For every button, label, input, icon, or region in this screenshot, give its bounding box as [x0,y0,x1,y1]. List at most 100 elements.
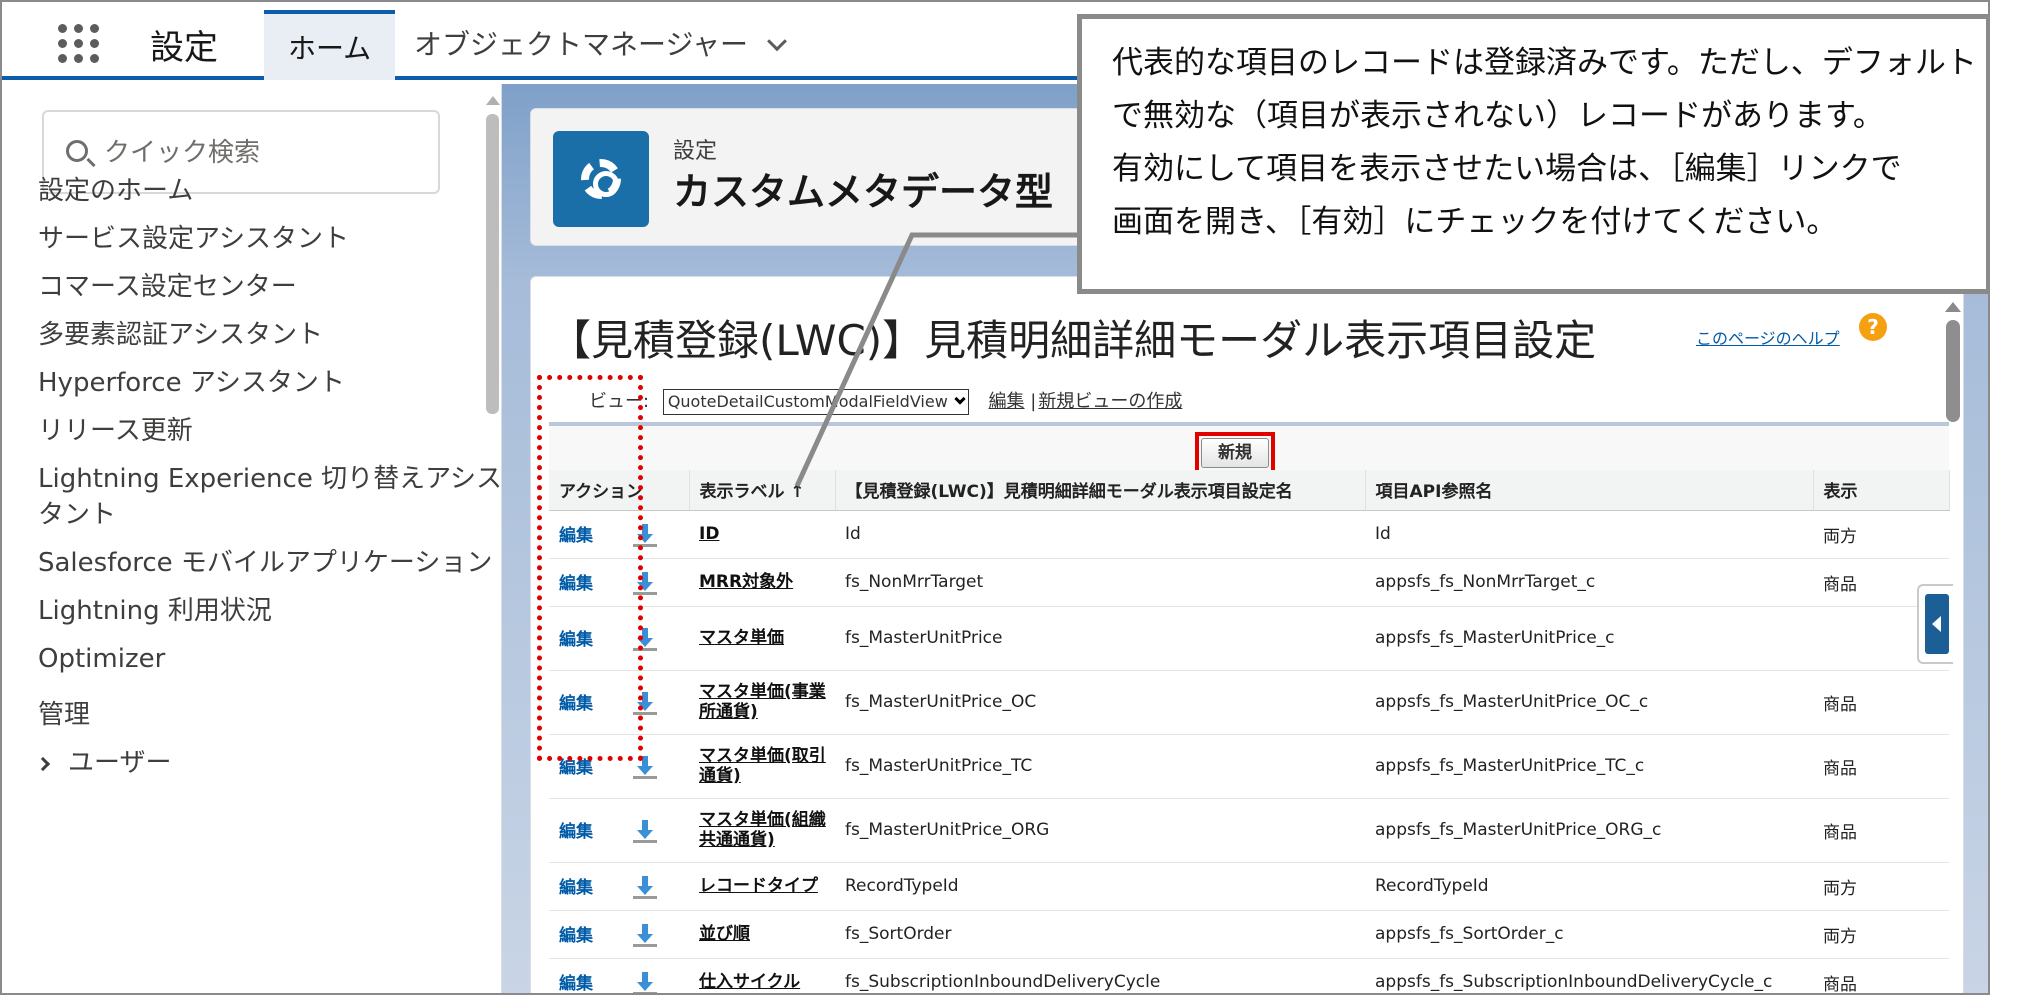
record-display: 商品 [1813,734,1949,799]
new-button[interactable]: 新規 [1201,438,1269,468]
sidebar-item-hyperforce-assistant[interactable]: Hyperforce アシスタント [38,364,345,402]
download-icon[interactable] [633,819,657,844]
edit-link[interactable]: 編集 [559,574,593,594]
scrollbar-thumb[interactable] [486,114,499,414]
edit-link[interactable]: 編集 [559,694,593,714]
sidebar-item-users-label: ユーザー [68,748,172,778]
sidebar-item-mfa-assistant[interactable]: 多要素認証アシスタント [38,316,323,354]
outer-margin [1990,0,2027,995]
table-header-row: アクション 表示ラベル ↑ 【見積登録(LWC)】見積明細詳細モーダル表示項目設… [549,470,1950,511]
column-header-display[interactable]: 表示 [1813,470,1950,511]
edit-view-link[interactable]: 編集 [989,391,1025,412]
page-title: 【見積登録(LWC)】見積明細詳細モーダル表示項目設定 [549,316,1597,365]
record-api-name: appsfs_fs_MasterUnitPrice_OC_c [1365,670,1813,735]
tab-object-manager[interactable]: オブジェクトマネージャー [390,10,808,80]
view-select[interactable]: QuoteDetailCustomModalFieldView [662,389,969,415]
record-name: fs_MasterUnitPrice_ORG [835,798,1365,863]
scroll-up-arrow-icon[interactable] [1945,302,1961,312]
table-row: 編集 マスタ単価(事業所通貨) fs_MasterUnitPrice_OC ap… [549,670,1949,735]
sidebar-item-release-updates[interactable]: リリース更新 [38,412,193,450]
edit-link[interactable]: 編集 [559,758,593,778]
view-selector-row: ビュー: QuoteDetailCustomModalFieldView 編集 … [589,387,1182,415]
annotation-callout: 代表的な項目のレコードは登録済みです。ただし、デフォルト で無効な（項目が表示さ… [1077,14,1988,294]
sidebar-section-admin: 管理 [38,700,91,730]
download-icon[interactable] [633,691,657,716]
download-icon[interactable] [633,571,657,596]
record-api-name: appsfs_fs_SortOrder_c [1365,910,1813,959]
edit-link[interactable]: 編集 [559,878,593,898]
record-api-name: appsfs_fs_MasterUnitPrice_ORG_c [1365,798,1813,863]
app-launcher-icon[interactable] [54,20,99,63]
chevron-down-icon[interactable] [767,31,787,52]
column-header-name[interactable]: 【見積登録(LWC)】見積明細詳細モーダル表示項目設定名 [835,470,1366,511]
tab-home[interactable]: ホーム [264,10,396,80]
record-api-name: appsfs_fs_MasterUnitPrice_c [1365,606,1813,671]
record-label-link[interactable]: マスタ単価(組織共通通貨) [699,810,835,850]
page-type-title: カスタムメタデータ型 [673,170,1054,214]
record-api-name: appsfs_fs_NonMrrTarget_c [1365,558,1813,607]
record-display: 両方 [1813,510,1949,559]
sidebar-item-lightning-transition[interactable]: Lightning Experience 切り替えアシス [38,460,502,498]
sidebar-item-lightning-usage[interactable]: Lightning 利用状況 [38,592,272,630]
edit-link[interactable]: 編集 [559,630,593,650]
tab-object-manager-label: オブジェクトマネージャー [414,28,749,61]
column-header-action: アクション [549,470,690,511]
table-row: 編集 MRR対象外 fs_NonMrrTarget appsfs_fs_NonM… [549,558,1949,607]
edit-link[interactable]: 編集 [559,526,593,546]
record-label-link[interactable]: 仕入サイクル [699,972,835,992]
sidebar-item-optimizer[interactable]: Optimizer [38,640,165,678]
edit-link[interactable]: 編集 [559,974,593,994]
download-icon[interactable] [633,627,657,652]
app-name: 設定 [150,28,218,68]
chevron-right-icon[interactable] [35,756,51,772]
record-label-link[interactable]: 並び順 [699,924,835,944]
download-icon[interactable] [633,523,657,548]
create-new-view-link[interactable]: 新規ビューの作成 [1038,391,1182,412]
download-icon[interactable] [633,755,657,780]
screenshot-frame: 設定 ホーム オブジェクトマネージャー 設定のホーム サービス設定アシスタント … [0,0,1990,995]
sidebar-item-setup-home[interactable]: 設定のホーム [38,172,193,210]
record-name: fs_SortOrder [835,910,1365,959]
sidebar-item-commerce-setup[interactable]: コマース設定センター [38,268,297,306]
sidebar-item-users[interactable]: ユーザー [35,744,172,782]
edit-link[interactable]: 編集 [559,926,593,946]
record-label-link[interactable]: マスタ単価 [699,628,835,648]
record-label-link[interactable]: MRR対象外 [699,572,835,592]
sidebar-scrollbar[interactable] [484,92,500,993]
download-icon[interactable] [633,923,657,948]
quick-find-input[interactable] [104,130,424,176]
setup-gear-icon [553,131,649,227]
record-name: Id [835,510,1365,559]
record-display: 両方 [1813,910,1949,959]
record-label-link[interactable]: マスタ単価(取引通貨) [699,746,835,786]
record-display: 商品 [1813,798,1949,863]
record-name: fs_MasterUnitPrice_OC [835,670,1365,735]
view-select-value: QuoteDetailCustomModalFieldView [667,392,948,411]
record-api-name: appsfs_fs_MasterUnitPrice_TC_c [1365,734,1813,799]
help-icon[interactable]: ? [1859,313,1887,341]
record-name: fs_SubscriptionInboundDeliveryCycle [835,958,1365,993]
record-api-name: appsfs_fs_SubscriptionInboundDeliveryCyc… [1365,958,1813,993]
record-name: fs_NonMrrTarget [835,558,1365,607]
link-separator: | [1030,391,1037,412]
record-label-link[interactable]: ID [699,524,835,544]
table-row: 編集 ID Id Id 両方 [549,510,1949,559]
setup-sidebar: 設定のホーム サービス設定アシスタント コマース設定センター 多要素認証アシスタ… [2,84,502,993]
edit-link[interactable]: 編集 [559,822,593,842]
sidebar-item-lightning-transition-cont[interactable]: タント [38,496,116,534]
help-link[interactable]: このページのヘルプ [1696,325,1840,349]
page-header: 設定 カスタムメタデータ型 [530,108,1130,246]
record-api-name: RecordTypeId [1365,862,1813,911]
sidebar-item-service-setup-assistant[interactable]: サービス設定アシスタント [38,220,349,258]
column-header-label[interactable]: 表示ラベル ↑ [689,470,836,511]
record-label-link[interactable]: レコードタイプ [699,876,835,896]
main-scrollbar[interactable] [1942,302,1964,742]
scroll-up-arrow-icon[interactable] [486,96,500,105]
table-row: 編集 マスタ単価(組織共通通貨) fs_MasterUnitPrice_ORG … [549,798,1949,863]
scrollbar-thumb[interactable] [1946,320,1960,422]
sidebar-item-salesforce-mobile[interactable]: Salesforce モバイルアプリケーション [38,544,492,582]
column-header-api-name[interactable]: 項目API参照名 [1365,470,1814,511]
download-icon[interactable] [633,971,657,993]
download-icon[interactable] [633,875,657,900]
record-label-link[interactable]: マスタ単価(事業所通貨) [699,682,835,722]
